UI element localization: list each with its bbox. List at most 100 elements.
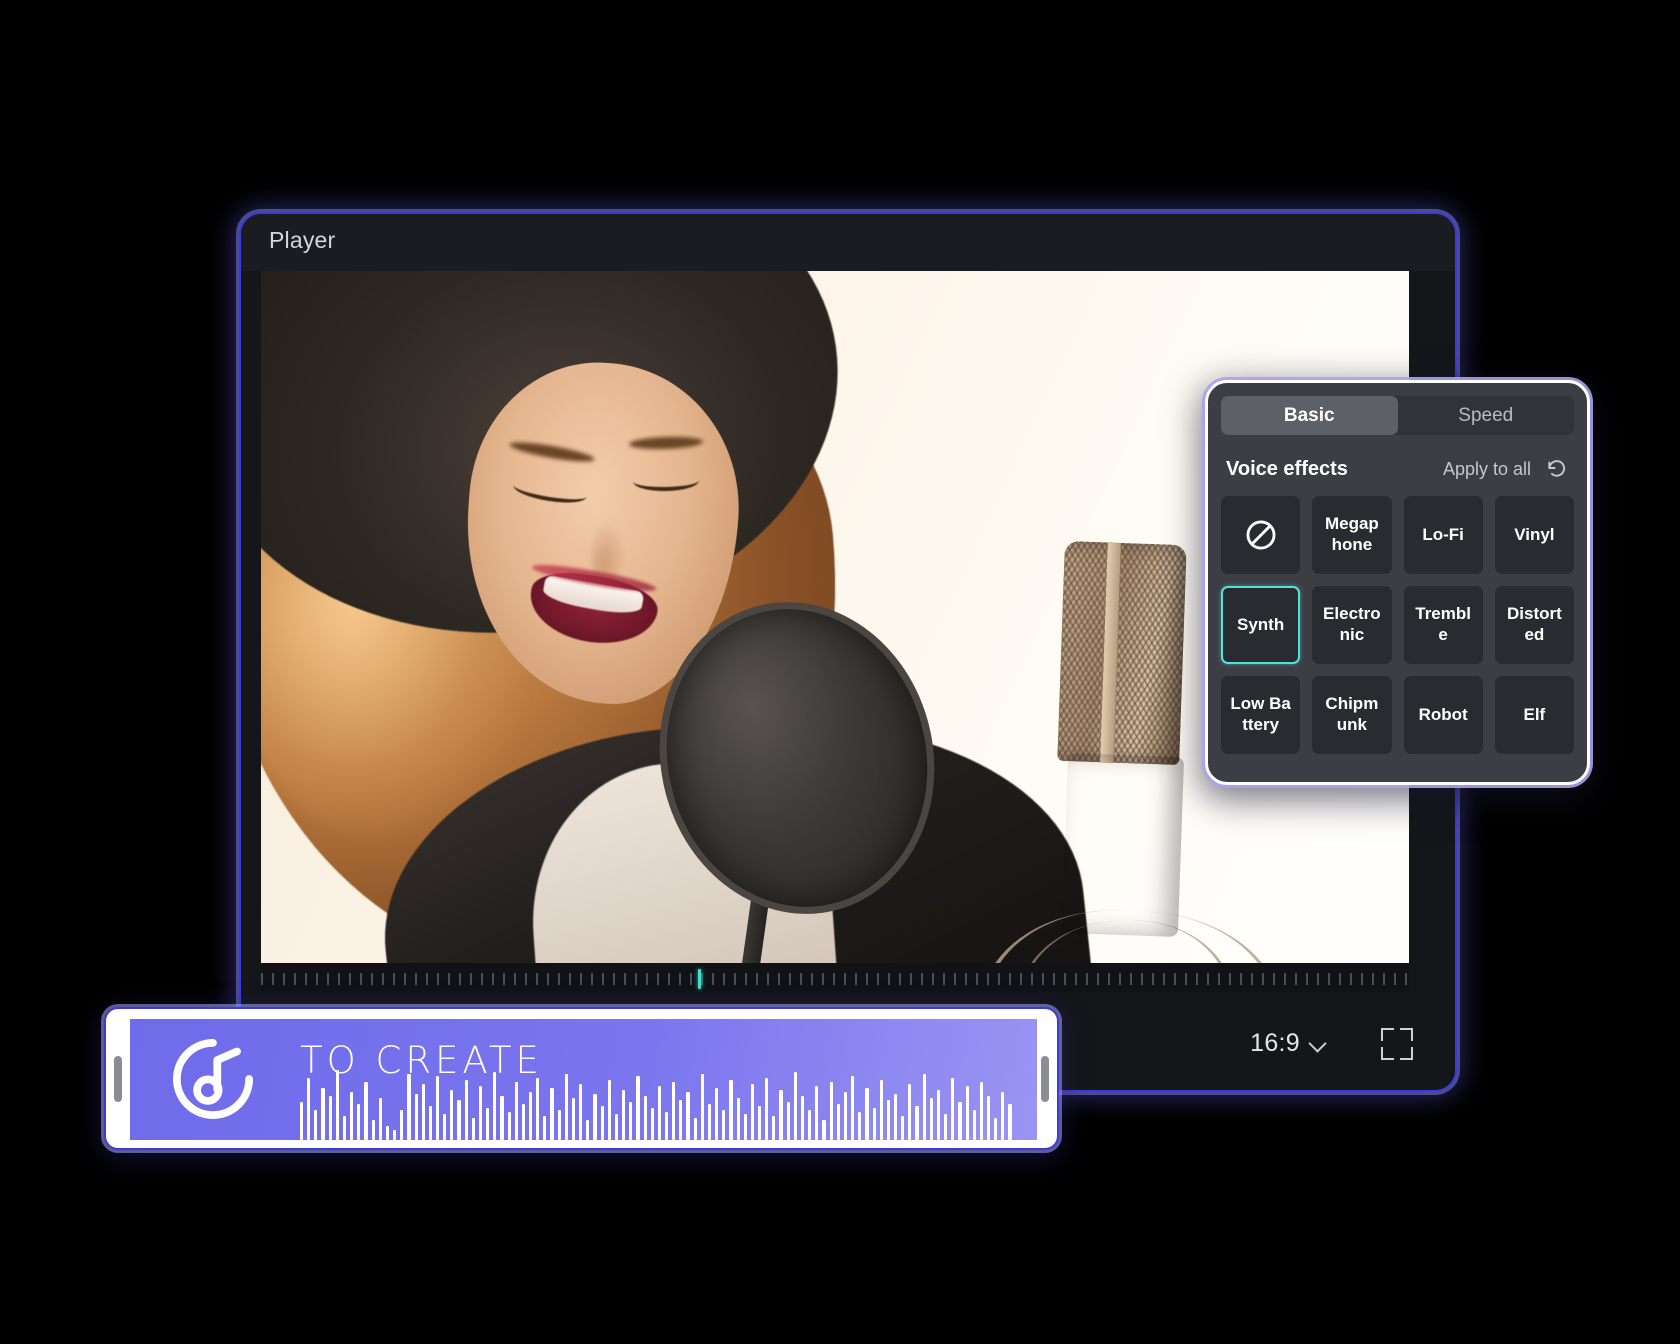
page-title: Player [269, 227, 336, 253]
aspect-ratio-label: 16:9 [1250, 1029, 1300, 1057]
waveform-bar [707, 1104, 712, 1140]
ruler-tick-marks [261, 973, 1409, 985]
waveform-bar [765, 1078, 769, 1140]
waveform-bar [901, 1116, 905, 1140]
tab-basic[interactable]: Basic [1221, 396, 1398, 435]
waveform-bar [650, 1108, 654, 1140]
playhead-marker[interactable] [698, 969, 701, 989]
waveform-bar [772, 1116, 776, 1140]
waveform-bar [314, 1110, 318, 1140]
waveform-bar [929, 1098, 933, 1140]
waveform-bar [564, 1074, 568, 1140]
timeline-ruler[interactable] [261, 963, 1409, 995]
effect-button-chipmunk[interactable]: Chipmunk [1312, 676, 1392, 754]
microphone-body [1062, 753, 1184, 937]
waveform-bar [342, 1116, 347, 1140]
waveform-bar [922, 1074, 926, 1140]
effect-button-low-battery[interactable]: Low Battery [1221, 676, 1301, 754]
waveform-bar [586, 1120, 590, 1140]
waveform-bar [1008, 1104, 1012, 1140]
effect-button-robot[interactable]: Robot [1403, 676, 1483, 754]
waveform-bar [600, 1106, 604, 1140]
waveform-bar [879, 1080, 883, 1140]
effect-button-electronic[interactable]: Electronic [1312, 586, 1392, 664]
clip-trim-handle-left[interactable] [114, 1055, 122, 1102]
waveform-bar [843, 1092, 848, 1140]
waveform-bar [779, 1090, 783, 1140]
waveform-bar [915, 1106, 919, 1140]
waveform-bar [808, 1110, 812, 1140]
fullscreen-corner-bottom-left [1381, 1047, 1394, 1060]
waveform-bar [979, 1082, 983, 1140]
waveform-bar [722, 1110, 726, 1140]
fullscreen-corner-top-right [1400, 1028, 1413, 1041]
waveform-bar [443, 1114, 447, 1140]
effect-button-synth[interactable]: Synth [1221, 586, 1301, 664]
voice-effects-header: Voice effects Apply to all [1226, 457, 1569, 481]
aspect-ratio-selector[interactable]: 16:9 [1250, 1029, 1327, 1058]
waveform-bar [400, 1110, 404, 1140]
fullscreen-icon[interactable] [1381, 1028, 1413, 1060]
waveform-bar [936, 1090, 941, 1140]
waveform-bar [822, 1120, 826, 1140]
fullscreen-corner-top-left [1381, 1028, 1394, 1041]
voice-effects-panel: Basic Speed Voice effects Apply to all M… [1205, 380, 1590, 785]
waveform-bar [457, 1100, 461, 1140]
waveform-bar [972, 1110, 976, 1140]
waveform-bar [865, 1088, 869, 1140]
effect-button-elf[interactable]: Elf [1494, 676, 1574, 754]
waveform-bar [593, 1094, 597, 1140]
effect-button-distorted[interactable]: Distorted [1494, 586, 1574, 664]
waveform-bar [557, 1110, 561, 1140]
effect-button-lofi[interactable]: Lo-Fi [1403, 496, 1483, 574]
waveform-bar [500, 1096, 504, 1140]
waveform-bar [300, 1102, 304, 1140]
waveform-bar [958, 1102, 962, 1140]
waveform-bar [736, 1098, 740, 1140]
audio-clip[interactable]: TO CREATE [130, 1019, 1037, 1140]
waveform-bar [435, 1076, 440, 1140]
panel-tab-bar: Basic Speed [1221, 396, 1574, 435]
waveform-bar [944, 1114, 948, 1140]
waveform-bar [987, 1096, 991, 1140]
waveform-bar [743, 1114, 747, 1140]
clip-trim-handle-right[interactable] [1041, 1055, 1049, 1102]
player-titlebar: Player [241, 214, 1455, 271]
waveform-bar [536, 1078, 540, 1140]
audio-track-clip-container: TO CREATE [104, 1007, 1059, 1150]
fullscreen-corner-bottom-right [1400, 1047, 1413, 1060]
effect-button-none[interactable] [1221, 496, 1301, 574]
waveform-bar [614, 1114, 619, 1140]
microphone-grille [1057, 540, 1187, 766]
waveform-bar [1001, 1092, 1005, 1140]
waveform-bar [622, 1090, 626, 1140]
effect-button-vinyl[interactable]: Vinyl [1494, 496, 1574, 574]
waveform-bar [321, 1088, 325, 1140]
waveform-bar [858, 1112, 862, 1140]
waveform-bar [407, 1074, 411, 1140]
waveform-bar [686, 1092, 690, 1140]
waveform-bar [328, 1096, 332, 1140]
apply-to-all-button[interactable]: Apply to all [1443, 459, 1531, 480]
effect-button-tremble[interactable]: Tremble [1403, 586, 1483, 664]
waveform-bar [385, 1126, 390, 1140]
waveform-bar [657, 1086, 661, 1140]
waveform-bar [829, 1082, 833, 1140]
waveform-bar [550, 1088, 554, 1140]
waveform-bar [421, 1084, 425, 1140]
waveform-bar [335, 1070, 339, 1140]
waveform-bar [478, 1086, 483, 1140]
voice-effects-grid: Megaphone Lo-Fi Vinyl Synth Electronic T… [1221, 496, 1574, 754]
waveform-bar [793, 1072, 797, 1140]
waveform-bar [486, 1108, 490, 1140]
waveform-bar [507, 1112, 511, 1140]
effect-button-megaphone[interactable]: Megaphone [1312, 496, 1392, 574]
waveform-bar [543, 1116, 547, 1140]
waveform-bar [350, 1092, 354, 1140]
waveform-bar [464, 1080, 468, 1140]
waveform-bar [393, 1130, 397, 1140]
tab-speed[interactable]: Speed [1398, 396, 1575, 435]
prohibition-none-icon [1246, 520, 1276, 550]
waveform-bar [607, 1080, 611, 1140]
reset-arrow-icon[interactable] [1545, 457, 1569, 481]
